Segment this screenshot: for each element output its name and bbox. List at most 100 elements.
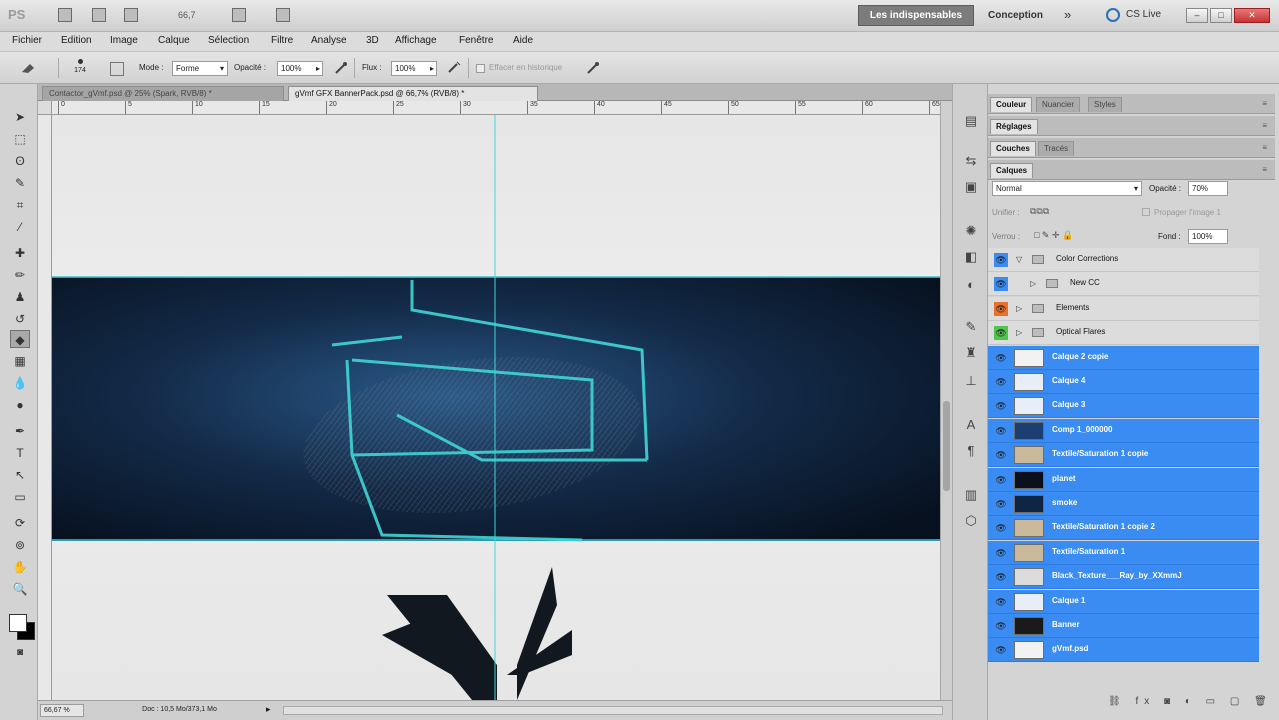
history-brush-tool-icon[interactable]: ↺ [10, 310, 30, 328]
info-panel-icon[interactable]: ◐ [963, 278, 979, 292]
visibility-eye-icon[interactable]: 👁 [994, 473, 1008, 487]
vertical-ruler[interactable] [38, 115, 52, 700]
layer-row[interactable]: 👁 Textile/Saturation 1 copie 2 [988, 516, 1259, 541]
unify-icons[interactable]: ⧉⧉⧉ [1030, 206, 1049, 217]
tool-presets-icon[interactable]: ⊥ [963, 374, 979, 388]
arrange-documents-icon[interactable] [232, 8, 246, 22]
move-tool-icon[interactable]: ➤ [10, 108, 30, 126]
maximize-button[interactable]: □ [1210, 8, 1232, 23]
visibility-eye-icon[interactable]: 👁 [994, 619, 1008, 633]
screen-mode-icon[interactable] [276, 8, 290, 22]
tab-layers[interactable]: Calques [990, 163, 1034, 178]
zoom-level[interactable]: 66,7 [178, 10, 196, 20]
quick-mask-icon[interactable]: ◙ [10, 644, 30, 662]
gradient-tool-icon[interactable]: ▦ [10, 352, 30, 370]
panel-menu-icon[interactable]: ≡ [1262, 165, 1267, 174]
layer-row[interactable]: 👁 smoke [988, 492, 1259, 516]
minimize-button[interactable]: – [1186, 8, 1208, 23]
brush-preset-picker[interactable]: 174 [70, 58, 90, 80]
mini-bridge-icon[interactable] [92, 8, 106, 22]
expand-arrow-down-icon[interactable]: ▽ [1016, 255, 1022, 264]
layer-row[interactable]: 👁 Calque 4 [988, 370, 1259, 394]
layers-footer-icons[interactable]: ⛓ fx ◙ ◐ ▭ ▢ 🗑 [1108, 696, 1273, 707]
menu-image[interactable]: Image [110, 35, 138, 46]
visibility-eye-icon[interactable]: 👁 [994, 375, 1008, 389]
panel-menu-icon[interactable]: ≡ [1262, 99, 1267, 108]
cs-live-button[interactable]: CS Live [1126, 9, 1161, 20]
clone-stamp-tool-icon[interactable]: ♟ [10, 288, 30, 306]
layer-row[interactable]: 👁 Black_Texture___Ray_by_XXmmJ [988, 565, 1259, 590]
vertical-scrollbar[interactable] [940, 101, 952, 700]
expand-arrow-right-icon[interactable]: ▷ [1030, 279, 1036, 288]
visibility-eye-icon[interactable]: 👁 [994, 546, 1008, 560]
blur-tool-icon[interactable]: 💧 [10, 374, 30, 392]
navigator-panel-icon[interactable]: ▣ [963, 180, 979, 194]
visibility-eye-icon[interactable]: 👁 [994, 521, 1008, 535]
menu-window[interactable]: Fenêtre [459, 35, 493, 46]
brush-panel-icon[interactable] [110, 62, 124, 76]
layer-row[interactable]: 👁 Comp 1_000000 [988, 418, 1259, 443]
lock-icons[interactable]: □ ✎ ✛ 🔒 [1034, 230, 1073, 241]
visibility-eye-icon[interactable]: 👁 [994, 570, 1008, 584]
tab-swatches[interactable]: Nuancier [1036, 97, 1081, 112]
3d-orbit-tool-icon[interactable]: ⊚ [10, 536, 30, 554]
visibility-eye-icon[interactable]: 👁 [994, 351, 1008, 365]
bridge-icon[interactable] [58, 8, 72, 22]
close-button[interactable]: ✕ [1234, 8, 1270, 23]
menu-help[interactable]: Aide [513, 35, 533, 46]
visibility-eye-icon[interactable]: 👁 [994, 448, 1008, 462]
visibility-eye-icon[interactable]: 👁 [994, 497, 1008, 511]
foreground-color-swatch[interactable] [9, 614, 27, 632]
clone-source-icon[interactable]: ♜ [963, 346, 979, 360]
visibility-eye-icon[interactable]: 👁 [994, 399, 1008, 413]
erase-history-checkbox[interactable] [476, 64, 485, 73]
layer-opacity-input[interactable]: 70% [1188, 181, 1228, 196]
propagate-checkbox[interactable] [1142, 208, 1150, 216]
eraser-tool-icon[interactable]: ◆ [10, 330, 30, 348]
zoom-tool-icon[interactable]: 🔍 [10, 580, 30, 598]
horizontal-ruler[interactable]: 051015202530354045505560657075 [52, 101, 940, 115]
layer-group-row[interactable]: 👁 ▷ Optical Flares [988, 321, 1259, 346]
visibility-eye-icon[interactable]: 👁 [994, 595, 1008, 609]
character-panel-icon[interactable]: A [963, 418, 979, 432]
blend-mode-select[interactable]: Normal ▾ [992, 181, 1142, 196]
pressure-size-icon[interactable] [585, 60, 601, 76]
layer-group-row[interactable]: 👁 ▷ New CC [988, 272, 1259, 297]
visibility-eye-icon[interactable]: 👁 [994, 253, 1008, 267]
layer-row[interactable]: 👁 Textile/Saturation 1 copie [988, 443, 1259, 468]
menu-select[interactable]: Sélection [208, 35, 249, 46]
brush-presets-icon[interactable]: ✎ [963, 320, 979, 334]
flow-input[interactable]: 100% ▸ [391, 61, 437, 76]
layer-row[interactable]: 👁 Calque 3 [988, 394, 1259, 419]
opacity-input[interactable]: 100% ▸ [277, 61, 323, 76]
panel-menu-icon[interactable]: ≡ [1262, 121, 1267, 130]
layer-group-row[interactable]: 👁 ▽ Color Corrections [988, 248, 1259, 272]
pressure-opacity-icon[interactable] [333, 60, 349, 76]
type-tool-icon[interactable]: T [10, 444, 30, 462]
layer-row[interactable]: 👁 Textile/Saturation 1 [988, 540, 1259, 565]
layer-row[interactable]: 👁 gVmf.psd [988, 638, 1259, 663]
layer-row[interactable]: 👁 Calque 1 [988, 589, 1259, 614]
tab-channels[interactable]: Couches [990, 141, 1036, 156]
menu-edit[interactable]: Edition [61, 35, 92, 46]
workspace-essentials-button[interactable]: Les indispensables [858, 5, 974, 26]
eraser-tool-icon[interactable] [20, 60, 36, 76]
history-panel-icon[interactable]: ▤ [963, 114, 979, 128]
menu-file[interactable]: Fichier [12, 35, 42, 46]
adjustments-panel-icon[interactable]: ✺ [963, 224, 979, 238]
expand-arrow-right-icon[interactable]: ▷ [1016, 304, 1022, 313]
menu-layer[interactable]: Calque [158, 35, 190, 46]
layer-row[interactable]: 👁 planet [988, 467, 1259, 492]
lasso-tool-icon[interactable]: ʘ [10, 152, 30, 170]
menu-analysis[interactable]: Analyse [311, 35, 347, 46]
tab-paths[interactable]: Tracés [1038, 141, 1075, 156]
marquee-tool-icon[interactable]: ⬚ [10, 130, 30, 148]
horizontal-scrollbar[interactable] [283, 706, 943, 715]
hand-tool-icon[interactable]: ✋ [10, 558, 30, 576]
3d-rotate-tool-icon[interactable]: ⟳ [10, 514, 30, 532]
brush-tool-icon[interactable]: ✏ [10, 266, 30, 284]
menu-filter[interactable]: Filtre [271, 35, 293, 46]
layer-row[interactable]: 👁 Banner [988, 614, 1259, 638]
menu-view[interactable]: Affichage [395, 35, 437, 46]
airbrush-icon[interactable] [446, 60, 462, 76]
